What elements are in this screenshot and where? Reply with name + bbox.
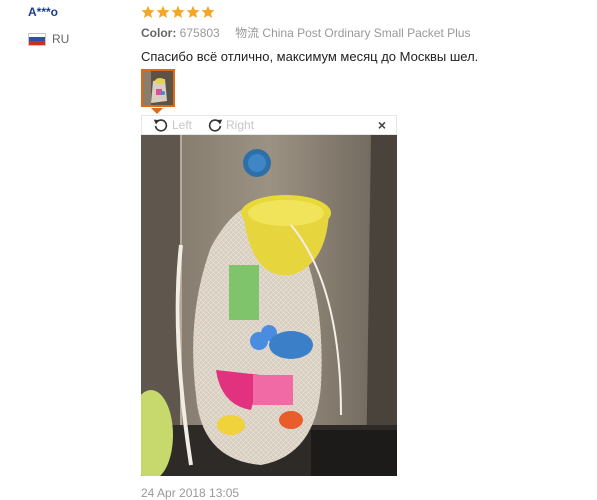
review-photo-thumbnail[interactable] [141, 69, 175, 107]
reviewer-info: A***o RU [28, 4, 128, 46]
close-icon[interactable]: × [378, 117, 386, 133]
review-photo [141, 135, 397, 476]
star-icon [186, 5, 200, 18]
country-code: RU [52, 32, 70, 46]
thumbnail-image [143, 71, 173, 105]
shipping-method: 物流 China Post Ordinary Small Packet Plus [235, 26, 471, 40]
photo-viewer-toolbar: Left Right × [141, 115, 397, 135]
rotate-right-icon [208, 119, 223, 132]
star-icon [156, 5, 170, 18]
star-icon [141, 5, 155, 18]
flag-icon [28, 32, 46, 46]
reviewer-name: A***o [28, 5, 59, 19]
rotate-left-label: Left [172, 118, 193, 132]
review-date: 24 Apr 2018 13:05 [141, 486, 240, 500]
thumbnail-active-indicator [151, 108, 163, 114]
review-meta: Color: 675803 物流 China Post Ordinary Sma… [141, 25, 581, 41]
review-photo-image [141, 135, 397, 476]
star-icon [171, 5, 185, 18]
review-text: Спасибо всё отлично, максимум месяц до М… [141, 49, 479, 64]
rotate-left-icon [153, 119, 168, 132]
star-rating [141, 4, 581, 20]
reviewer-country: RU [28, 32, 128, 46]
rotate-right-button[interactable]: Right [206, 116, 254, 134]
color-label: Color: [141, 26, 177, 40]
review-body: Color: 675803 物流 China Post Ordinary Sma… [141, 4, 581, 66]
rotate-right-label: Right [226, 118, 255, 132]
rotate-left-button[interactable]: Left [152, 116, 192, 134]
color-value: 675803 [179, 26, 220, 40]
star-icon [201, 5, 215, 18]
